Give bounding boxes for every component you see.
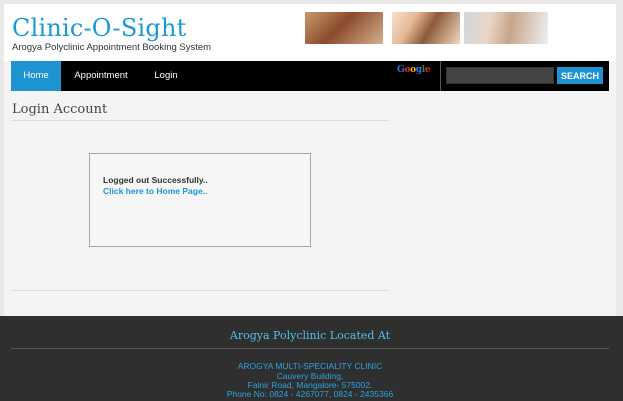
search-divider — [440, 61, 441, 91]
search-input[interactable] — [446, 67, 554, 84]
footer-title: Arogya Polyclinic Located At — [229, 329, 391, 342]
clinic-name: AROGYA MULTI-SPECIALITY CLINIC — [237, 361, 383, 371]
site-subtitle: Arogya Polyclinic Appointment Booking Sy… — [12, 42, 212, 53]
google-logo: Google — [397, 65, 431, 75]
family-photo — [392, 12, 460, 44]
page-container: Clinic-O-Sight Arogya Polyclinic Appoint… — [4, 4, 616, 316]
logout-message-box: Logged out Successfully.. Click here to … — [89, 153, 311, 247]
doctor-photo — [305, 12, 383, 44]
nav-appointment[interactable]: Appointment — [66, 61, 136, 91]
header: Clinic-O-Sight Arogya Polyclinic Appoint… — [4, 4, 616, 61]
footer-divider — [11, 348, 609, 349]
content-bottom-divider — [11, 290, 389, 291]
nav-login[interactable]: Login — [146, 61, 186, 91]
page-title: Login Account — [12, 102, 108, 117]
heading-divider — [11, 120, 389, 121]
phone-numbers: Phone No: 0824 - 4267077, 0824 - 2435366 — [226, 389, 394, 399]
logout-message: Logged out Successfully.. — [103, 175, 208, 185]
footer: Arogya Polyclinic Located At AROGYA MULT… — [0, 316, 623, 401]
navbar: Home Appointment Login Google SEARCH — [11, 61, 609, 91]
nav-home[interactable]: Home — [11, 61, 61, 91]
home-page-link[interactable]: Click here to Home Page.. — [103, 186, 207, 196]
site-title[interactable]: Clinic-O-Sight — [12, 14, 186, 42]
dental-photo — [464, 12, 548, 44]
search-button[interactable]: SEARCH — [557, 67, 603, 84]
